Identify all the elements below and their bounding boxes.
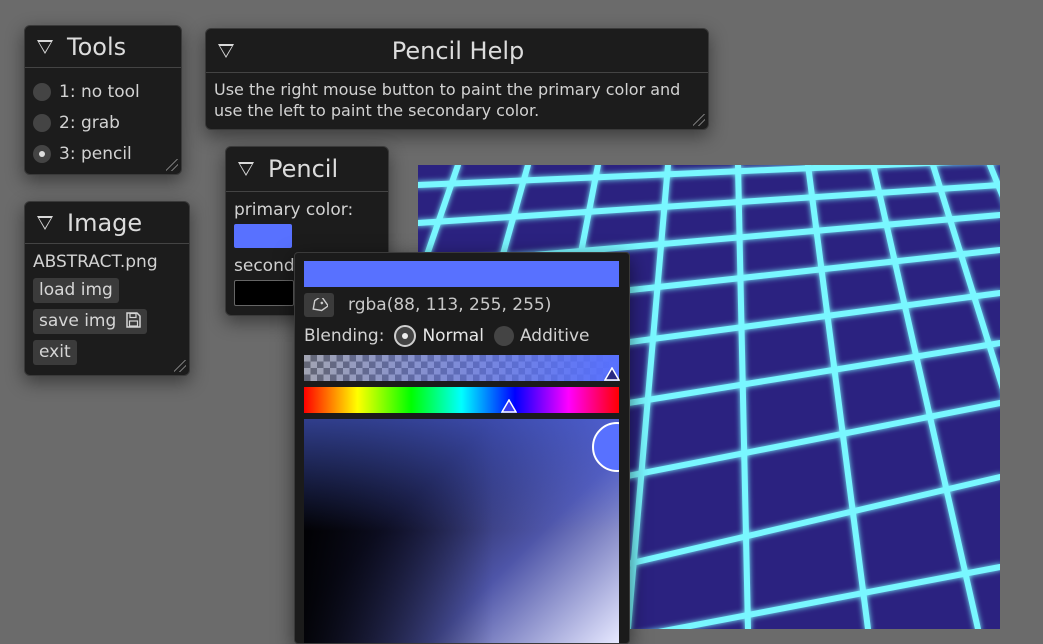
collapse-triangle-icon[interactable] xyxy=(238,162,254,176)
color-preview-bar xyxy=(304,261,619,287)
secondary-color-swatch[interactable] xyxy=(234,280,294,306)
primary-color-swatch[interactable] xyxy=(234,224,292,248)
alpha-slider[interactable] xyxy=(304,355,620,381)
tool-option-label: 1: no tool xyxy=(59,81,140,102)
tool-option-pencil[interactable]: 3: pencil xyxy=(33,138,181,169)
load-img-button[interactable]: load img xyxy=(33,278,119,303)
image-panel: Image ABSTRACT.png load img save img exi… xyxy=(24,201,190,376)
tools-title: Tools xyxy=(67,32,127,61)
rgba-value-text: rgba(88, 113, 255, 255) xyxy=(348,295,552,315)
help-text-line-1: Use the right mouse button to paint the … xyxy=(214,80,681,99)
resize-handle-icon[interactable] xyxy=(174,360,186,372)
blending-additive-label: Additive xyxy=(519,326,590,346)
collapse-triangle-icon[interactable] xyxy=(37,39,53,54)
radio-icon[interactable] xyxy=(493,326,514,346)
floppy-disk-icon xyxy=(125,312,141,328)
saturation-value-area[interactable] xyxy=(304,419,619,643)
tool-option-label: 2: grab xyxy=(59,112,120,133)
blending-label: Blending: xyxy=(304,326,385,346)
alpha-slider-marker-icon[interactable] xyxy=(604,367,620,381)
pencil-title: Pencil xyxy=(268,155,339,183)
pencil-help-header[interactable]: Pencil Help xyxy=(206,29,708,73)
blending-normal-label: Normal xyxy=(422,326,484,346)
blending-additive-option[interactable]: Additive xyxy=(493,326,590,346)
collapse-triangle-icon[interactable] xyxy=(37,215,53,230)
color-picker-popup: rgba(88, 113, 255, 255) Blending: Normal… xyxy=(294,252,630,644)
resize-handle-icon[interactable] xyxy=(166,159,178,171)
collapse-triangle-icon[interactable] xyxy=(218,43,234,58)
hue-slider-marker-icon[interactable] xyxy=(501,399,517,413)
copy-color-tag-button[interactable] xyxy=(304,293,334,317)
pencil-header[interactable]: Pencil xyxy=(226,147,388,192)
tools-header[interactable]: Tools xyxy=(25,26,181,68)
pencil-help-title: Pencil Help xyxy=(391,36,525,65)
exit-button[interactable]: exit xyxy=(33,340,77,365)
radio-selected-icon[interactable] xyxy=(33,144,51,163)
blending-normal-option[interactable]: Normal xyxy=(394,325,484,347)
help-text-line-2: use the left to paint the secondary colo… xyxy=(214,101,540,120)
pencil-help-panel: Pencil Help Use the right mouse button t… xyxy=(205,28,709,130)
save-img-button[interactable]: save img xyxy=(33,309,147,334)
tool-option-no-tool[interactable]: 1: no tool xyxy=(33,76,181,107)
tool-option-grab[interactable]: 2: grab xyxy=(33,107,181,138)
tool-option-label: 3: pencil xyxy=(59,143,132,164)
image-filename: ABSTRACT.png xyxy=(33,252,158,272)
hue-slider[interactable] xyxy=(304,387,619,413)
tools-panel: Tools 1: no tool 2: grab 3: pencil xyxy=(24,25,182,175)
radio-icon[interactable] xyxy=(33,82,51,101)
tag-icon xyxy=(312,298,328,312)
radio-selected-icon[interactable] xyxy=(394,325,417,347)
primary-color-label: primary color: xyxy=(234,200,354,220)
resize-handle-icon[interactable] xyxy=(693,114,705,126)
image-header[interactable]: Image xyxy=(25,202,189,244)
save-img-label: save img xyxy=(39,311,117,331)
radio-icon[interactable] xyxy=(33,113,51,132)
image-title: Image xyxy=(67,208,143,237)
